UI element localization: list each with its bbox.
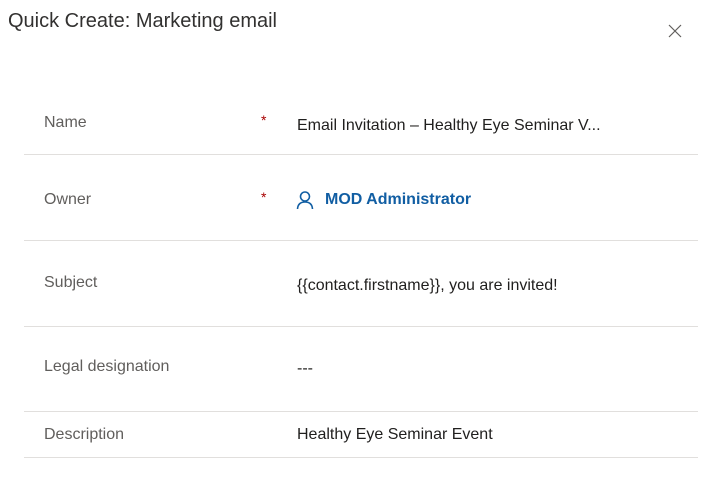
person-icon (296, 191, 314, 210)
field-owner-row: Owner * MOD Administrator (24, 155, 698, 241)
field-legal-designation-label: Legal designation (44, 358, 170, 375)
field-description-label: Description (44, 426, 125, 443)
legal-designation-field[interactable]: --- (297, 360, 313, 378)
field-description-row: Description Healthy Eye Seminar Event (24, 412, 698, 458)
field-name-row: Name * Email Invitation – Healthy Eye Se… (24, 84, 698, 155)
dialog-title: Quick Create: Marketing email (8, 10, 277, 32)
field-name-label: Name (44, 114, 87, 131)
field-subject-label: Subject (44, 274, 98, 291)
quick-create-dialog: Quick Create: Marketing email Name * Ema… (0, 0, 711, 497)
name-field[interactable]: Email Invitation – Healthy Eye Seminar V… (297, 117, 601, 135)
field-legal-designation-row: Legal designation --- (24, 327, 698, 412)
owner-value: MOD Administrator (325, 191, 472, 208)
close-button[interactable] (664, 20, 686, 42)
required-marker: * (261, 189, 267, 205)
close-icon (668, 24, 682, 38)
owner-lookup-link[interactable]: MOD Administrator (295, 190, 471, 210)
description-field[interactable]: Healthy Eye Seminar Event (297, 426, 493, 444)
subject-field[interactable]: {{contact.firstname}}, you are invited! (297, 277, 558, 295)
field-owner-label: Owner (44, 191, 92, 208)
field-subject-row: Subject {{contact.firstname}}, you are i… (24, 241, 698, 327)
required-marker: * (261, 112, 267, 128)
